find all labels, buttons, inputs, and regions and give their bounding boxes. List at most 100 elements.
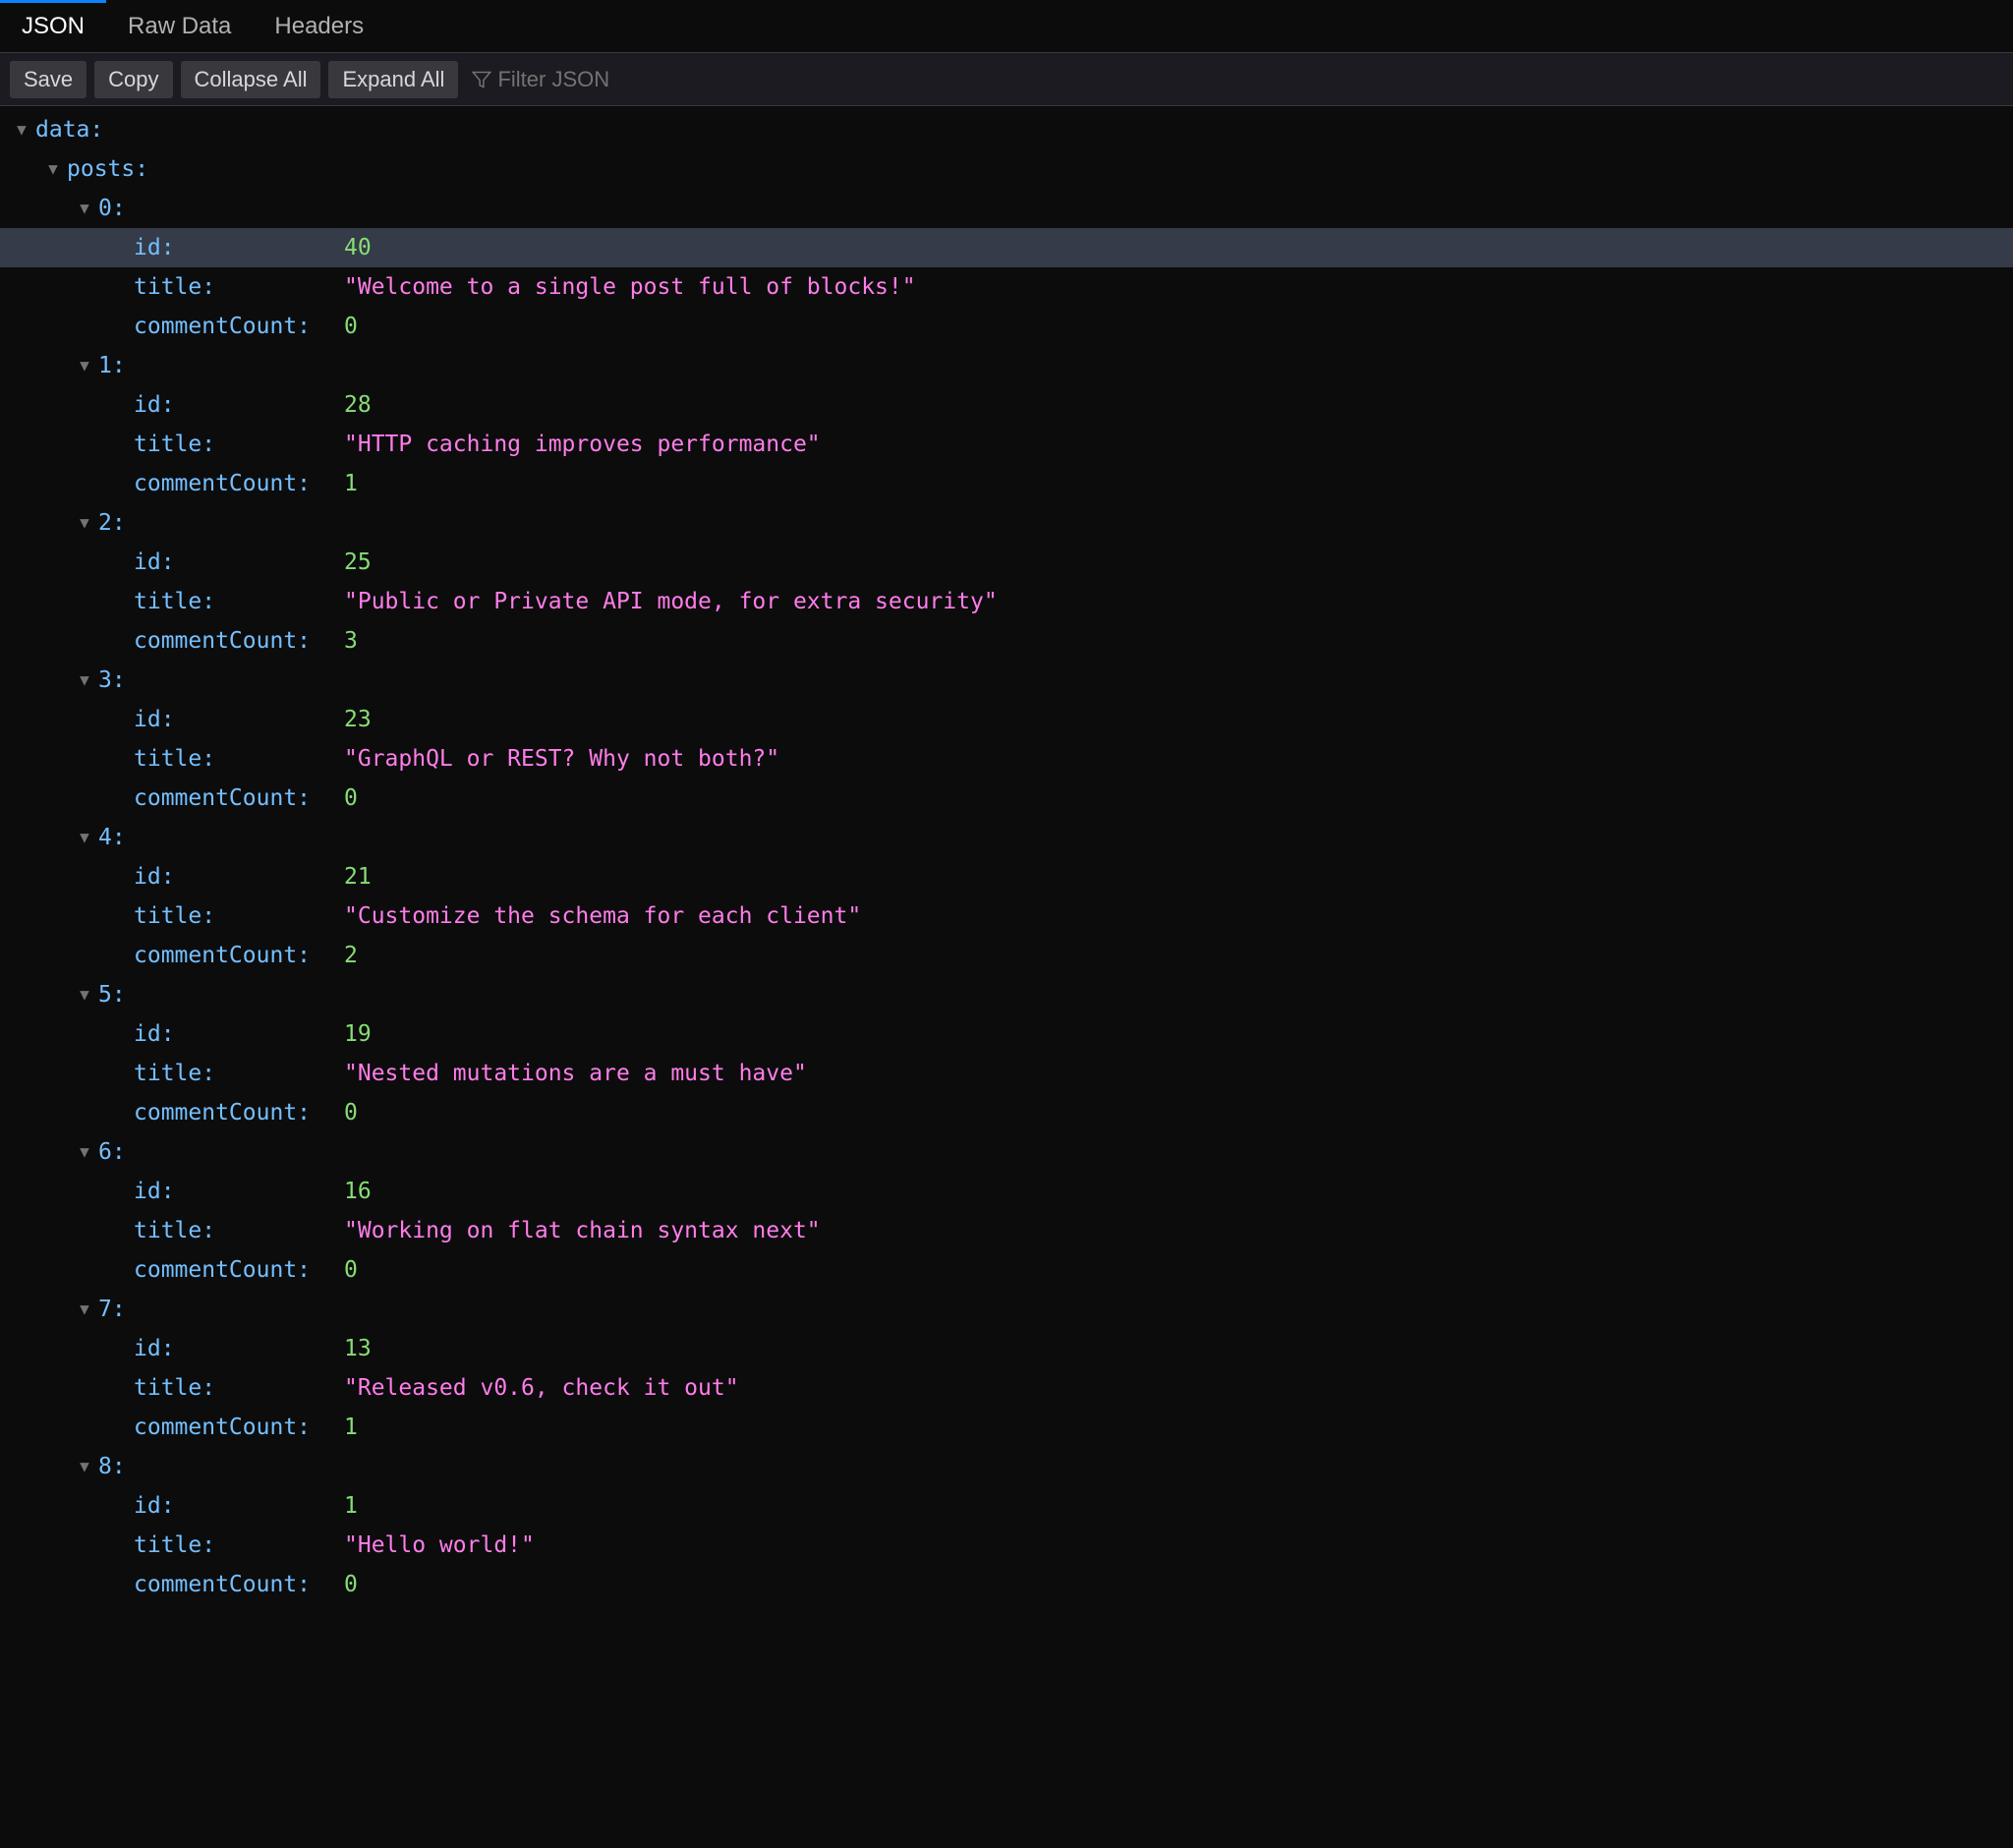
tree-key: title:	[134, 582, 215, 621]
tree-key: id:	[134, 1329, 175, 1368]
tree-key: 5:	[98, 975, 126, 1014]
tree-node-array-item[interactable]: ▼5:	[0, 975, 2013, 1014]
tree-key: commentCount:	[134, 307, 311, 346]
tree-node-array-item[interactable]: ▼6:	[0, 1132, 2013, 1172]
tree-value: 40	[344, 228, 372, 267]
tree-leaf[interactable]: id: 40	[0, 228, 2013, 267]
expand-all-button[interactable]: Expand All	[328, 61, 458, 98]
chevron-down-icon[interactable]: ▼	[75, 661, 94, 700]
collapse-all-button[interactable]: Collapse All	[181, 61, 321, 98]
json-tree: ▼ data: ▼ posts: ▼0:id:40title:"Welcome …	[0, 106, 2013, 1604]
tree-node-array-item[interactable]: ▼3:	[0, 661, 2013, 700]
chevron-down-icon[interactable]: ▼	[75, 346, 94, 385]
tree-leaf[interactable]: commentCount:0	[0, 1250, 2013, 1290]
tree-leaf[interactable]: title:"Nested mutations are a must have"	[0, 1054, 2013, 1093]
tree-key: commentCount:	[134, 464, 311, 503]
tree-leaf[interactable]: title:"HTTP caching improves performance…	[0, 425, 2013, 464]
tree-leaf[interactable]: commentCount:0	[0, 1565, 2013, 1604]
tree-value: "GraphQL or REST? Why not both?"	[344, 739, 779, 779]
tree-value: "Working on flat chain syntax next"	[344, 1211, 821, 1250]
tree-value: 25	[344, 543, 372, 582]
tree-leaf[interactable]: commentCount:1	[0, 464, 2013, 503]
tree-node-array-item[interactable]: ▼7:	[0, 1290, 2013, 1329]
tree-node-data[interactable]: ▼ data:	[0, 110, 2013, 149]
tree-node-array-item[interactable]: ▼4:	[0, 818, 2013, 857]
chevron-down-icon[interactable]: ▼	[75, 818, 94, 857]
tab-headers[interactable]: Headers	[253, 0, 385, 52]
tree-key: 2:	[98, 503, 126, 543]
chevron-down-icon[interactable]: ▼	[75, 1447, 94, 1486]
tree-value: 0	[344, 1093, 358, 1132]
tree-key: commentCount:	[134, 936, 311, 975]
chevron-down-icon[interactable]: ▼	[75, 189, 94, 228]
tree-leaf[interactable]: commentCount: 0	[0, 307, 2013, 346]
tree-leaf[interactable]: title: "Working on flat chain syntax next…	[0, 1211, 2013, 1250]
tree-key: id:	[134, 857, 175, 896]
tree-value: "Customize the schema for each client"	[344, 896, 861, 936]
tree-leaf[interactable]: id:25	[0, 543, 2013, 582]
tree-key: 6:	[98, 1132, 126, 1172]
tree-value: 23	[344, 700, 372, 739]
tree-leaf[interactable]: title: "GraphQL or REST? Why not both?"	[0, 739, 2013, 779]
tree-leaf[interactable]: title:"Hello world!"	[0, 1526, 2013, 1565]
filter-input[interactable]	[497, 67, 733, 92]
tree-value: "Nested mutations are a must have"	[344, 1054, 807, 1093]
tree-leaf[interactable]: commentCount:2	[0, 936, 2013, 975]
tab-json[interactable]: JSON	[0, 0, 106, 52]
tree-key: 4:	[98, 818, 126, 857]
tab-raw-data[interactable]: Raw Data	[106, 0, 253, 52]
tree-key: id:	[134, 385, 175, 425]
tree-value: "Welcome to a single post full of blocks…	[344, 267, 916, 307]
chevron-down-icon[interactable]: ▼	[43, 149, 63, 189]
tree-leaf[interactable]: commentCount:0	[0, 779, 2013, 818]
save-button[interactable]: Save	[10, 61, 86, 98]
filter-wrap	[466, 67, 733, 92]
chevron-down-icon[interactable]: ▼	[75, 503, 94, 543]
tree-key: title:	[134, 1368, 215, 1408]
tree-key: title:	[134, 739, 215, 779]
tree-key: commentCount:	[134, 1408, 311, 1447]
chevron-down-icon[interactable]: ▼	[12, 110, 31, 149]
tree-value: "Released v0.6, check it out"	[344, 1368, 739, 1408]
chevron-down-icon[interactable]: ▼	[75, 1132, 94, 1172]
tree-node-array-item[interactable]: ▼8:	[0, 1447, 2013, 1486]
tree-node-array-item[interactable]: ▼0:	[0, 189, 2013, 228]
tree-key: commentCount:	[134, 1093, 311, 1132]
tree-value: 1	[344, 1486, 358, 1526]
tree-leaf[interactable]: id:21	[0, 857, 2013, 896]
tree-node-posts[interactable]: ▼ posts:	[0, 149, 2013, 189]
tree-key: 8:	[98, 1447, 126, 1486]
tree-key: id:	[134, 1014, 175, 1054]
tree-key: title:	[134, 896, 215, 936]
tree-leaf[interactable]: id:19	[0, 1014, 2013, 1054]
chevron-down-icon[interactable]: ▼	[75, 1290, 94, 1329]
tree-leaf[interactable]: title:"Public or Private API mode, for e…	[0, 582, 2013, 621]
tree-key: id:	[134, 1486, 175, 1526]
tree-value: 0	[344, 307, 358, 346]
chevron-down-icon[interactable]: ▼	[75, 975, 94, 1014]
tree-leaf[interactable]: title: "Released v0.6, check it out"	[0, 1368, 2013, 1408]
tree-key: id:	[134, 700, 175, 739]
tree-leaf[interactable]: id: 23	[0, 700, 2013, 739]
tree-leaf[interactable]: commentCount: 1	[0, 1408, 2013, 1447]
tree-value: 28	[344, 385, 372, 425]
tree-leaf[interactable]: id: 28	[0, 385, 2013, 425]
copy-button[interactable]: Copy	[94, 61, 172, 98]
tree-leaf[interactable]: commentCount:3	[0, 621, 2013, 661]
tree-node-array-item[interactable]: ▼1:	[0, 346, 2013, 385]
tree-value: 3	[344, 621, 358, 661]
tree-leaf[interactable]: title: "Customize the schema for each cli…	[0, 896, 2013, 936]
tree-leaf[interactable]: id:16	[0, 1172, 2013, 1211]
tree-node-array-item[interactable]: ▼2:	[0, 503, 2013, 543]
tab-bar: JSON Raw Data Headers	[0, 0, 2013, 53]
toolbar: Save Copy Collapse All Expand All	[0, 53, 2013, 106]
tree-leaf[interactable]: commentCount: 0	[0, 1093, 2013, 1132]
tree-key: title:	[134, 267, 215, 307]
tree-leaf[interactable]: id:13	[0, 1329, 2013, 1368]
tree-leaf[interactable]: id: 1	[0, 1486, 2013, 1526]
tree-key: id:	[134, 228, 175, 267]
tree-key: title:	[134, 1211, 215, 1250]
tree-leaf[interactable]: title: "Welcome to a single post full of …	[0, 267, 2013, 307]
tree-key: commentCount:	[134, 1250, 311, 1290]
tree-value: 1	[344, 1408, 358, 1447]
